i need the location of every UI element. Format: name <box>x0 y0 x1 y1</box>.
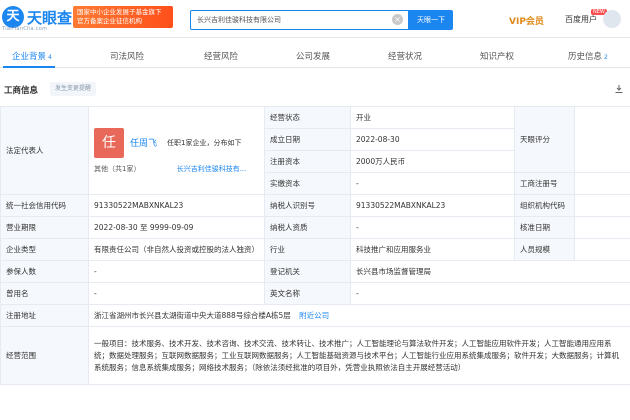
score-label: 天眼评分 <box>514 106 575 173</box>
address-cell: 浙江省湖州市长兴县太湖街道中央大道888号综合楼A栋5层 附近公司 <box>88 304 630 327</box>
address-value: 浙江省湖州市长兴县太湖街道中央大道888号综合楼A栋5层 <box>94 311 291 320</box>
business-info-table: 法定代表人 任 任周飞 任职1家企业，分布如下 其他（共1家） 长兴吉利佳骏科技… <box>0 106 630 385</box>
taxpayer-label: 纳税人资质 <box>264 216 351 239</box>
vip-link[interactable]: VIP会员 <box>509 14 544 27</box>
tab-label: 经营风险 <box>204 52 239 62</box>
ad-line-1: 国家中小企业发展子基金旗下 <box>77 8 162 16</box>
section-header: 工商信息 发生变更提醒 <box>0 82 630 98</box>
ad-line-2: 官方备案企业征信机构 <box>77 17 142 25</box>
term-value: 2022-08-30 至 9999-09-09 <box>88 216 265 239</box>
user-menu[interactable]: 百度用户 <box>565 14 597 25</box>
table-row: 注册地址 浙江省湖州市长兴县太湖街道中央大道888号综合楼A栋5层 附近公司 <box>0 304 630 327</box>
tab-label: 公司发展 <box>296 52 331 62</box>
table-row: 经营范围 一般项目：技术服务、技术开发、技术咨询、技术交流、技术转让、技术推广；… <box>0 326 630 385</box>
nearby-companies-link[interactable]: 附近公司 <box>299 311 329 320</box>
rep-company-link[interactable]: 长兴吉利佳骏科技有... <box>177 165 247 173</box>
table-row: 营业期限 2022-08-30 至 9999-09-09 纳税人资质 - 核准日… <box>0 216 630 239</box>
tab-label: 经营状况 <box>388 52 423 62</box>
tab-label: 历史信息 <box>568 52 603 62</box>
table-row: 统一社会信用代码 91330522MABXNKAL23 纳税人识别号 91330… <box>0 194 630 217</box>
brand-tagline: TianYanCha.com <box>2 26 48 32</box>
scope-value: 一般项目：技术服务、技术开发、技术咨询、技术交流、技术转让、技术推广；人工智能理… <box>88 326 630 385</box>
insured-label: 参保人数 <box>0 260 89 283</box>
logo[interactable]: 天 天眼查 <box>2 6 72 28</box>
tab-count: 2 <box>604 54 608 61</box>
staff-value <box>574 238 630 261</box>
tab-enterprise-background[interactable]: 企业背景 4 <box>12 50 52 62</box>
former-value: - <box>88 282 265 305</box>
capital-value: 2000万人民币 <box>350 150 515 173</box>
top-bar: 天 天眼查 TianYanCha.com 国家中小企业发展子基金旗下 官方备案企… <box>0 0 630 38</box>
rep-cell: 任 任周飞 任职1家企业，分布如下 其他（共1家） 长兴吉利佳骏科技有... <box>88 106 265 195</box>
type-value: 有限责任公司（非自然人投资或控股的法人独资） <box>88 238 265 261</box>
orgcode-value <box>574 194 630 217</box>
download-icon[interactable] <box>614 84 624 94</box>
english-value: - <box>350 282 630 305</box>
score-value <box>574 106 630 173</box>
address-label: 注册地址 <box>0 304 89 327</box>
tab-operation-risk[interactable]: 经营风险 <box>204 50 238 62</box>
search-input[interactable]: 长兴吉利佳骏科技有限公司 <box>190 10 409 30</box>
tab-label: 企业背景 <box>12 52 47 62</box>
avatar[interactable] <box>603 10 621 28</box>
taxpayer-value: - <box>350 216 515 239</box>
orgcode-label: 组织机构代码 <box>514 194 575 217</box>
search-button[interactable]: 天眼一下 <box>409 10 453 30</box>
rep-avatar: 任 <box>94 127 124 158</box>
approval-value <box>574 216 630 239</box>
clear-icon[interactable]: × <box>392 14 403 25</box>
logo-icon: 天 <box>2 6 24 28</box>
tab-label: 知识产权 <box>480 52 515 62</box>
regno-value <box>574 172 630 195</box>
table-row: 企业类型 有限责任公司（非自然人投资或控股的法人独资） 行业 科技推广和应用服务… <box>0 238 630 261</box>
rep-meta: 任职1家企业，分布如下 <box>167 138 242 147</box>
credit-value: 91330522MABXNKAL23 <box>88 194 265 217</box>
tab-history[interactable]: 历史信息 2 <box>568 50 608 62</box>
tab-company-development[interactable]: 公司发展 <box>296 50 330 62</box>
active-tab-indicator <box>3 66 55 68</box>
established-label: 成立日期 <box>264 128 351 151</box>
credit-label: 统一社会信用代码 <box>0 194 89 217</box>
capital-label: 注册资本 <box>264 150 351 173</box>
paidin-label: 实缴资本 <box>264 172 351 195</box>
table-row: 法定代表人 任 任周飞 任职1家企业，分布如下 其他（共1家） 长兴吉利佳骏科技… <box>0 106 630 195</box>
table-row: 参保人数 - 登记机关 长兴县市场监督管理局 <box>0 260 630 283</box>
rep-others: 其他（共1家） <box>94 164 141 173</box>
rep-label: 法定代表人 <box>0 106 89 195</box>
change-alert-tag[interactable]: 发生变更提醒 <box>50 82 97 96</box>
tab-intellectual-property[interactable]: 知识产权 <box>480 50 514 62</box>
term-label: 营业期限 <box>0 216 89 239</box>
industry-value: 科技推广和应用服务业 <box>350 238 515 261</box>
approval-label: 核准日期 <box>514 216 575 239</box>
brand-name: 天眼查 <box>27 8 73 27</box>
tab-label: 司法风险 <box>110 52 145 62</box>
paidin-value: - <box>350 172 515 195</box>
tab-bar: 企业背景 4 司法风险 经营风险 公司发展 经营状况 知识产权 历史信息 2 <box>0 44 630 68</box>
rep-name-link[interactable]: 任周飞 <box>130 136 157 149</box>
taxid-value: 91330522MABXNKAL23 <box>350 194 515 217</box>
tab-operation-status[interactable]: 经营状况 <box>388 50 422 62</box>
established-value: 2022-08-30 <box>350 128 515 151</box>
former-label: 曾用名 <box>0 282 89 305</box>
industry-label: 行业 <box>264 238 351 261</box>
section-title: 工商信息 <box>4 86 39 96</box>
ad-banner[interactable]: 国家中小企业发展子基金旗下 官方备案企业征信机构 <box>73 6 173 28</box>
staff-label: 人员规模 <box>514 238 575 261</box>
insured-value: - <box>88 260 265 283</box>
type-label: 企业类型 <box>0 238 89 261</box>
tab-judicial-risk[interactable]: 司法风险 <box>110 50 144 62</box>
status-label: 经营状态 <box>264 106 351 129</box>
scope-label: 经营范围 <box>0 326 89 385</box>
regno-label: 工商注册号 <box>514 172 575 195</box>
authority-value: 长兴县市场监督管理局 <box>350 260 630 283</box>
taxid-label: 纳税人识别号 <box>264 194 351 217</box>
english-label: 英文名称 <box>264 282 351 305</box>
status-value: 开业 <box>350 106 515 129</box>
tab-count: 4 <box>48 54 52 61</box>
authority-label: 登记机关 <box>264 260 351 283</box>
table-row: 曾用名 - 英文名称 - <box>0 282 630 305</box>
